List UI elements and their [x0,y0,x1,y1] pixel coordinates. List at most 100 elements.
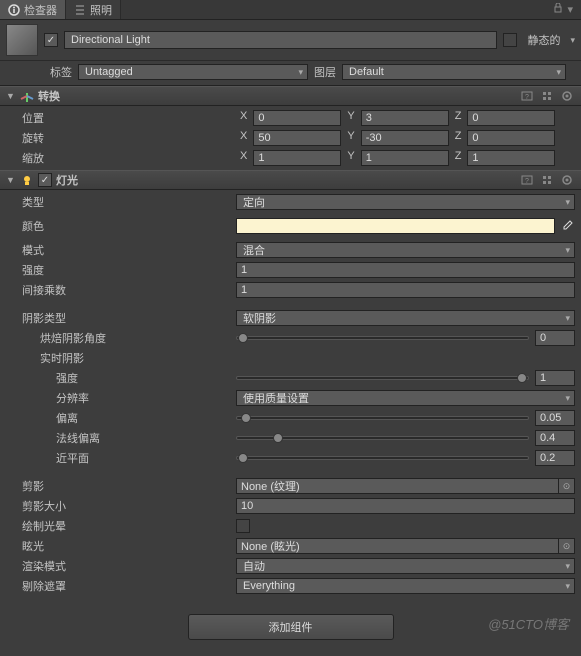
rt-strength-value[interactable] [535,370,575,386]
position-label: 位置 [22,110,236,126]
rt-normal-slider[interactable] [236,436,529,440]
color-swatch[interactable] [236,218,555,234]
info-icon [8,4,20,16]
baked-angle-label: 烘焙阴影角度 [40,330,236,346]
svg-text:?: ? [525,178,529,185]
active-checkbox[interactable]: ✓ [44,33,58,47]
light-props: 类型 定向 颜色 模式 混合 强度 间接乘数 阴影类型 软阴影 烘焙阴影角度 实… [0,190,581,598]
rotation-label: 旋转 [22,130,236,146]
position-z[interactable] [467,110,555,126]
rt-strength-label: 强度 [56,370,236,386]
rotation-z[interactable] [467,130,555,146]
position-row: 位置 X Y Z [0,108,581,128]
realtime-label: 实时阴影 [40,350,236,366]
baked-angle-slider[interactable] [236,336,529,340]
scale-x[interactable] [253,150,341,166]
culling-dropdown[interactable]: Everything [236,578,575,594]
static-label: 静态的 [523,32,564,48]
halo-checkbox[interactable] [236,519,250,533]
scale-row: 缩放 X Y Z [0,148,581,168]
flare-label: 眩光 [22,538,236,554]
transform-header[interactable]: ▼ 转换 ? [0,86,581,106]
eyedropper-icon[interactable] [559,218,575,234]
culling-label: 剔除遮罩 [22,578,236,594]
light-enabled-checkbox[interactable]: ✓ [38,173,52,187]
rt-normal-value[interactable] [535,430,575,446]
render-mode-dropdown[interactable]: 自动 [236,558,575,574]
preset-icon[interactable] [539,173,555,187]
rt-bias-value[interactable] [535,410,575,426]
type-dropdown[interactable]: 定向 [236,194,575,210]
rt-res-label: 分辨率 [56,390,236,406]
preset-icon[interactable] [539,89,555,103]
gameobject-name-input[interactable] [64,31,497,49]
light-header[interactable]: ▼ ✓ 灯光 ? [0,170,581,190]
rt-normal-label: 法线偏离 [56,430,236,446]
light-title: 灯光 [56,172,78,188]
help-icon[interactable]: ? [519,89,535,103]
inspector-tabs: 检查器 照明 ▾ [0,0,581,20]
transform-title: 转换 [38,88,60,104]
halo-label: 绘制光晕 [22,518,236,534]
cookie-field[interactable]: None (纹理) [236,478,559,494]
cookie-label: 剪影 [22,478,236,494]
shadow-type-dropdown[interactable]: 软阴影 [236,310,575,326]
rt-bias-slider[interactable] [236,416,529,420]
gameobject-icon[interactable] [6,24,38,56]
flare-field[interactable]: None (眩光) [236,538,559,554]
rotation-row: 旋转 X Y Z [0,128,581,148]
scale-label: 缩放 [22,150,236,166]
context-menu-icon[interactable]: ▾ [567,3,573,16]
tag-dropdown[interactable]: Untagged [78,64,308,80]
inspector-lock-area: ▾ [545,0,581,19]
tab-lighting[interactable]: 照明 [66,0,121,19]
mode-dropdown[interactable]: 混合 [236,242,575,258]
color-label: 颜色 [22,218,236,234]
transform-icon [20,89,34,103]
intensity-input[interactable] [236,262,575,278]
rt-near-value[interactable] [535,450,575,466]
rt-strength-slider[interactable] [236,376,529,380]
rt-near-label: 近平面 [56,450,236,466]
help-icon[interactable]: ? [519,173,535,187]
tab-lighting-label: 照明 [90,2,112,18]
indirect-label: 间接乘数 [22,282,236,298]
rt-res-dropdown[interactable]: 使用质量设置 [236,390,575,406]
scale-z[interactable] [467,150,555,166]
tab-inspector[interactable]: 检查器 [0,0,66,19]
chevron-down-icon: ▼ [6,91,16,101]
transform-props: 位置 X Y Z 旋转 X Y Z 缩放 X Y Z [0,106,581,170]
object-picker-icon[interactable]: ⊙ [559,538,575,554]
gear-icon[interactable] [559,89,575,103]
gear-icon[interactable] [559,173,575,187]
light-icon [20,173,34,187]
render-mode-label: 渲染模式 [22,558,236,574]
static-checkbox[interactable] [503,33,517,47]
add-component-button[interactable]: 添加组件 [188,614,394,640]
indirect-input[interactable] [236,282,575,298]
static-dropdown-icon[interactable]: ▾ [570,35,575,46]
type-label: 类型 [22,194,236,210]
layer-dropdown[interactable]: Default [342,64,566,80]
mode-label: 模式 [22,242,236,258]
chevron-down-icon: ▼ [6,175,16,185]
rotation-y[interactable] [361,130,449,146]
rotation-x[interactable] [253,130,341,146]
cookie-size-input[interactable] [236,498,575,514]
object-picker-icon[interactable]: ⊙ [559,478,575,494]
watermark: @51CTO博客 [488,614,569,633]
gameobject-header: ✓ 静态的 ▾ [0,20,581,61]
rt-near-slider[interactable] [236,456,529,460]
shadow-type-label: 阴影类型 [22,310,236,326]
tab-inspector-label: 检查器 [24,2,57,18]
lighting-icon [74,4,86,16]
cookie-size-label: 剪影大小 [22,498,236,514]
layer-label: 图层 [314,64,336,80]
lock-icon[interactable] [553,3,563,16]
baked-angle-value[interactable] [535,330,575,346]
position-y[interactable] [361,110,449,126]
scale-y[interactable] [361,150,449,166]
intensity-label: 强度 [22,262,236,278]
rt-bias-label: 偏离 [56,410,236,426]
position-x[interactable] [253,110,341,126]
